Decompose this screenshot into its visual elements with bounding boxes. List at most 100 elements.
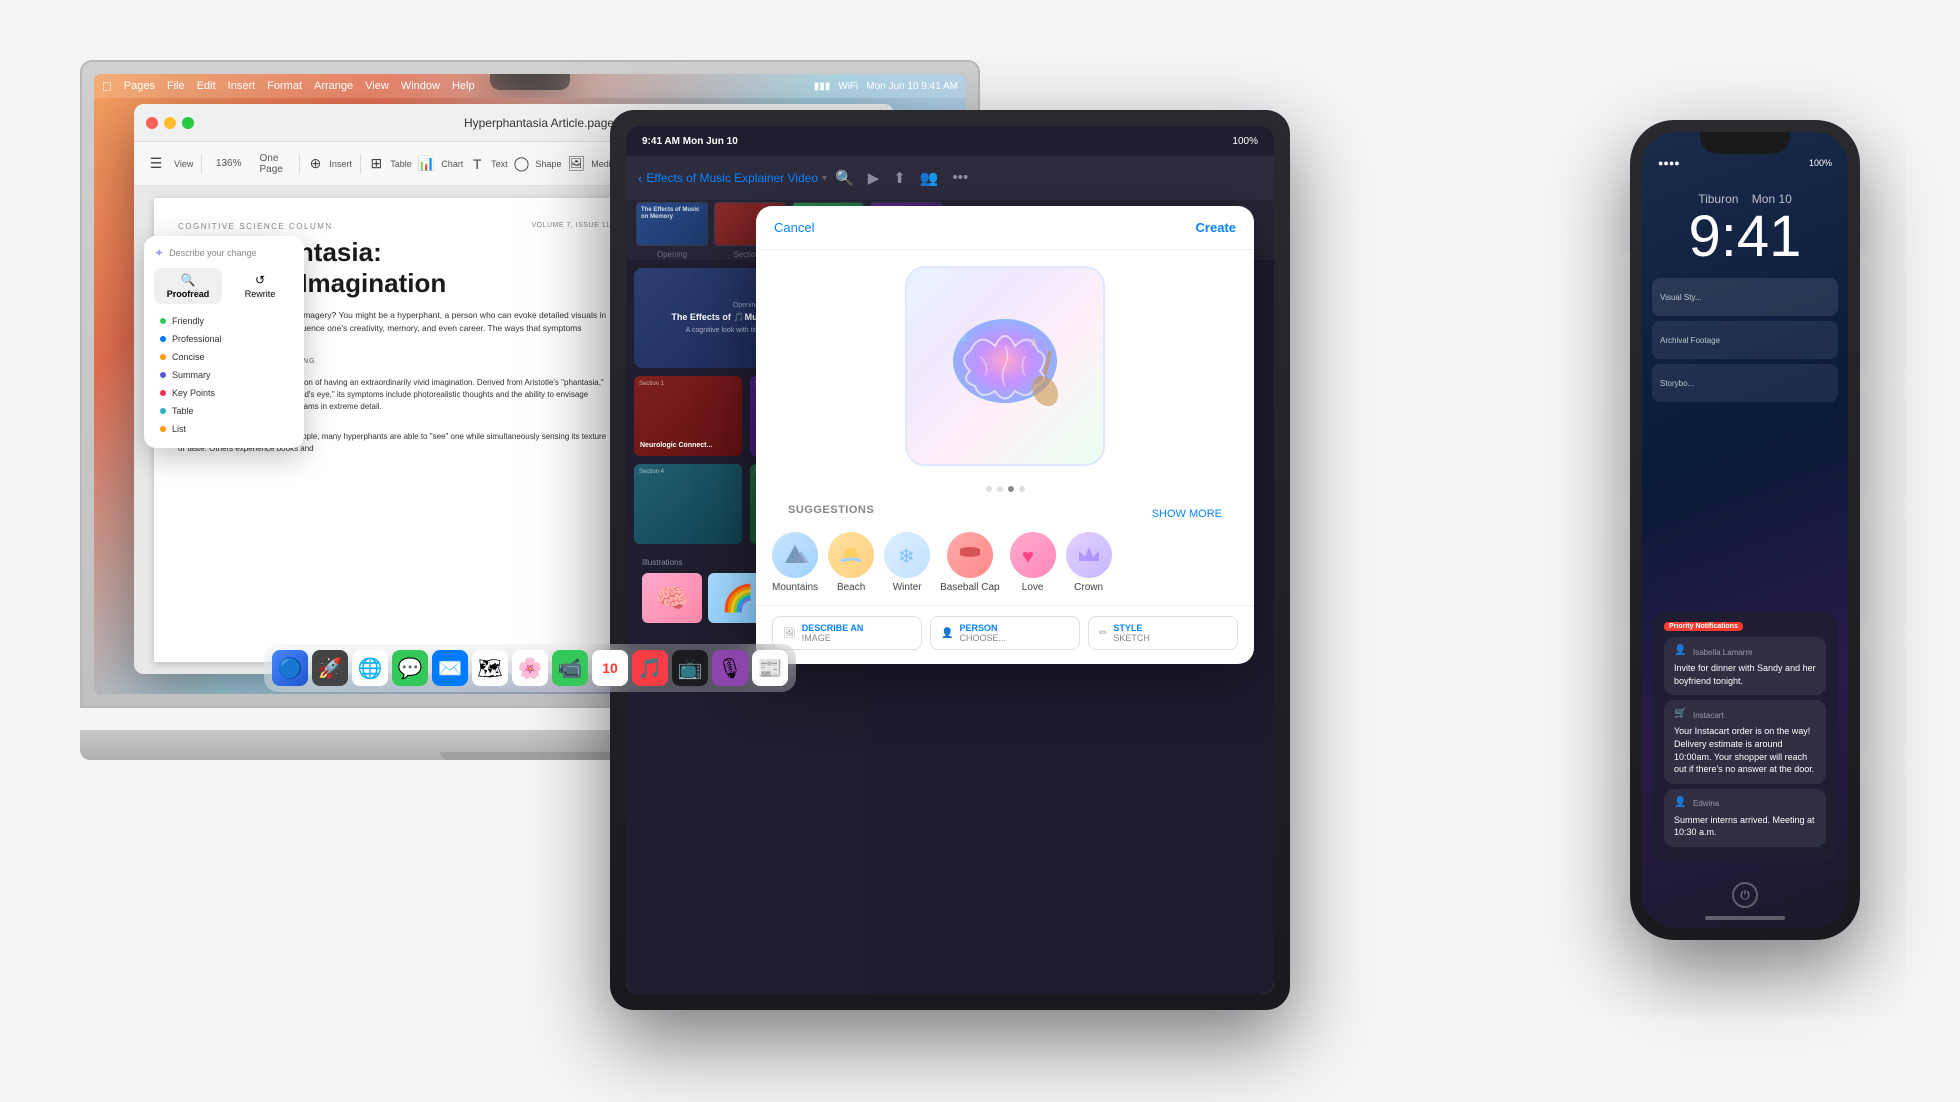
suggestion-beach[interactable]: Beach [828,532,874,593]
wt-item-table[interactable]: Table [154,402,294,420]
volume-label: VOLUME 7, ISSUE 11 [531,222,610,229]
menubar-battery-icon: ▮▮▮ [814,81,831,92]
iphone-screen: ●●●● 100% Tiburon Mon 10 9:41 [1642,132,1848,928]
illus-brain[interactable]: 🧠 [642,573,702,623]
toolbar-view-label: View [174,159,193,169]
ipad-body: 9:41 AM Mon Jun 10 100% ‹ Effects of Mus… [610,110,1290,1010]
toolbar-view-group: ☰ View [142,150,193,178]
toolbar-divider-3 [360,154,361,174]
rewrite-icon: ↺ [230,273,290,287]
proofread-icon: 🔍 [158,273,218,287]
toolbar-shape-btn[interactable]: ◯ [514,150,530,178]
dialog-show-more-btn[interactable]: SHOW MORE [1152,508,1238,520]
dialog-style-field[interactable]: ✏ STYLE SKETCH [1088,616,1238,650]
dock-launchpad[interactable]: 🚀 [312,650,348,686]
wt-item-summary[interactable]: Summary [154,366,294,384]
slide-nav-opening[interactable]: The Effects of Music on Memory Opening [636,202,708,259]
suggestion-winter[interactable]: ❄ Winter [884,532,930,593]
zoom-button[interactable] [182,117,194,129]
menubar-datetime: Mon Jun 10 9:41 AM [866,81,958,92]
menubar-pages[interactable]: Pages [124,80,155,92]
dock-calendar[interactable]: 10 [592,650,628,686]
menubar-edit[interactable]: Edit [197,80,216,92]
dock-safari[interactable]: 🌐 [352,650,388,686]
writing-tools-header-text: Describe your change [169,248,257,258]
dock-finder[interactable]: 🔵 [272,650,308,686]
toolbar-text-btn[interactable]: T [469,150,485,178]
describe-icon: 🖼 [783,628,796,639]
keynote-collab-icon[interactable]: 👥 [920,169,939,187]
slide-thumb-opening: The Effects of Music on Memory [636,202,708,246]
dock-photos[interactable]: 🌸 [512,650,548,686]
menubar-file[interactable]: File [167,80,185,92]
dock-facetime[interactable]: 📹 [552,650,588,686]
toolbar-table-btn[interactable]: ⊞ [368,150,384,178]
slide-mini-section4[interactable]: Section 4 [634,464,742,544]
wt-item-concise[interactable]: Concise [154,348,294,366]
menubar-window[interactable]: Window [401,80,440,92]
suggestion-baseball[interactable]: Baseball Cap [940,532,999,593]
dialog-cancel-btn[interactable]: Cancel [774,220,814,235]
keynote-more-icon[interactable]: ••• [953,169,969,187]
dock-news[interactable]: 📰 [752,650,788,686]
priority-badge: Priority Notifications [1664,622,1743,631]
crown-icon [1066,532,1112,578]
friendly-dot [160,318,166,324]
svg-text:❄: ❄ [898,546,915,568]
suggestion-mountains[interactable]: Mountains [772,532,818,593]
dialog-person-field[interactable]: 👤 PERSON CHOOSE... [930,616,1080,650]
baseball-label: Baseball Cap [940,582,999,593]
wt-tab-rewrite[interactable]: ↺ Rewrite [226,268,294,304]
toolbar-media-btn[interactable]: 🖼 [567,150,585,178]
slide-mini-section1[interactable]: Section 1 Neurologic Connect... [634,376,742,456]
close-button[interactable] [146,117,158,129]
dock-messages[interactable]: 💬 [392,650,428,686]
notif-isabella[interactable]: 👤 Isabella Lamarre Invite for dinner wit… [1664,637,1826,695]
toolbar-chart-btn[interactable]: 📊 [418,150,435,178]
wt-summary-label: Summary [172,370,211,380]
iphone-home-indicator [1705,916,1785,920]
wt-tab-proofread[interactable]: 🔍 Proofread [154,268,222,304]
wt-tab-rewrite-label: Rewrite [245,289,276,299]
minimize-button[interactable] [164,117,176,129]
dialog-describe-field[interactable]: 🖼 DESCRIBE AN IMAGE [772,616,922,650]
suggestion-crown[interactable]: Crown [1066,532,1112,593]
wt-item-friendly[interactable]: Friendly [154,312,294,330]
keynote-share-icon[interactable]: ⬆ [893,169,906,187]
keynote-search-icon[interactable]: 🔍 [835,169,854,187]
wt-item-list[interactable]: List [154,420,294,438]
wt-item-professional[interactable]: Professional [154,330,294,348]
notif-edwina[interactable]: 👤 Edwina Summer interns arrived. Meeting… [1664,789,1826,847]
keynote-play-icon[interactable]: ▶ [868,169,880,187]
dialog-suggestions-header: SUGGESTIONS SHOW MORE [756,504,1254,524]
back-chevron-icon: ‹ [638,171,642,186]
suggestion-love[interactable]: ♥ Love [1010,532,1056,593]
wt-item-keypoints[interactable]: Key Points [154,384,294,402]
menubar-help[interactable]: Help [452,80,475,92]
dialog-suggestions-row: Mountains Beach ❄ [756,532,1254,593]
wt-list-label: List [172,424,186,434]
dialog-create-btn[interactable]: Create [1196,220,1236,235]
menubar-view[interactable]: View [365,80,389,92]
dock-maps[interactable]: 🗺 [472,650,508,686]
menubar-format[interactable]: Format [267,80,302,92]
apple-menu[interactable]:  [102,79,112,94]
dock-podcasts[interactable]: 🎙 [712,650,748,686]
notif-instacart-icon: 🛒 [1674,708,1688,722]
iphone-power-btn[interactable]: ⏻ [1732,882,1758,908]
iphone-storyboard-card: Storybo... [1652,364,1838,402]
toolbar-view-btn[interactable]: ☰ [142,150,170,178]
toolbar-insert-btn[interactable]: ⊕ [308,150,324,178]
notif-instacart[interactable]: 🛒 Instacart Your Instacart order is on t… [1664,700,1826,783]
toolbar-table-label: Table [390,159,412,169]
dock-appletv[interactable]: 📺 [672,650,708,686]
notif-instacart-text: Your Instacart order is on the way! Deli… [1674,725,1816,775]
writing-tools-tabs[interactable]: 🔍 Proofread ↺ Rewrite [154,268,294,304]
menubar-insert[interactable]: Insert [228,80,256,92]
dock-music[interactable]: 🎵 [632,650,668,686]
toolbar-zoom[interactable]: 136% [210,158,248,169]
dock-mail[interactable]: ✉️ [432,650,468,686]
menubar-arrange[interactable]: Arrange [314,80,353,92]
keynote-back-btn[interactable]: ‹ Effects of Music Explainer Video ▾ [638,171,827,186]
writing-tools-header: ✦ Describe your change [154,246,294,260]
